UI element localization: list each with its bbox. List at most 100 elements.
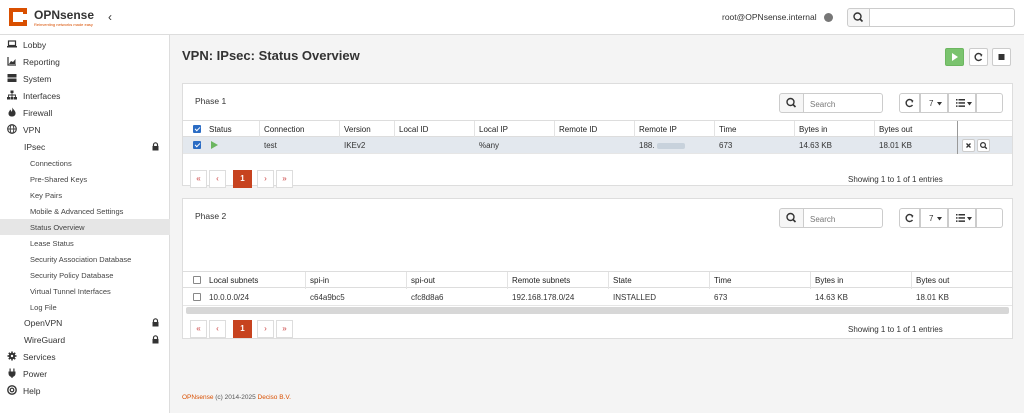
page-title: VPN: IPsec: Status Overview [182, 48, 360, 63]
sidebar-item-openvpn[interactable]: OpenVPN [0, 314, 170, 331]
disconnect-button[interactable] [962, 139, 975, 152]
sidebar-item-firewall[interactable]: Firewall [0, 104, 170, 121]
phase2-horizontal-scrollbar[interactable] [186, 307, 1009, 314]
sidebar-item-ipsec[interactable]: IPsec [0, 138, 170, 155]
server-icon [7, 74, 17, 82]
sidebar-item-connections[interactable]: Connections [0, 155, 170, 171]
column-header[interactable]: Bytes out [916, 276, 949, 285]
start-service-button[interactable] [945, 48, 964, 66]
column-header[interactable]: State [613, 276, 632, 285]
sidebar-item-mobile-advanced[interactable]: Mobile & Advanced Settings [0, 203, 170, 219]
column-header[interactable]: spi-in [310, 276, 329, 285]
phase2-select-all-checkbox[interactable] [193, 276, 201, 284]
table-row[interactable]: 10.0.0.0/24 c64a9bc5 cfc8d8a6 192.168.17… [183, 289, 1012, 306]
column-divider [874, 121, 875, 138]
sidebar-item-lobby[interactable]: Lobby [0, 36, 170, 53]
last-page-button[interactable]: » [276, 170, 293, 188]
footer-brand-link[interactable]: OPNsense [182, 394, 213, 401]
global-search-input[interactable] [869, 8, 1015, 27]
first-page-button[interactable]: « [190, 320, 207, 338]
global-search-button[interactable] [847, 8, 870, 27]
sidebar-item-pre-shared-keys[interactable]: Pre-Shared Keys [0, 171, 170, 187]
sidebar-item-label: Virtual Tunnel Interfaces [30, 287, 111, 296]
column-header[interactable]: Bytes in [815, 276, 843, 285]
phase1-search-input[interactable]: Search [803, 93, 883, 113]
sidebar-item-power[interactable]: Power [0, 365, 170, 382]
column-header[interactable]: Connection [264, 125, 304, 134]
prev-page-button[interactable]: ‹ [209, 170, 226, 188]
search-icon [979, 141, 988, 150]
sidebar-item-system[interactable]: System [0, 70, 170, 87]
phase2-table-header: Local subnets spi-in spi-out Remote subn… [183, 271, 1012, 289]
phase2-search-input[interactable]: Search [803, 208, 883, 228]
sidebar-item-label: WireGuard [24, 335, 66, 345]
sidebar-item-spd[interactable]: Security Policy Database [0, 267, 170, 283]
sidebar-item-interfaces[interactable]: Interfaces [0, 87, 170, 104]
sidebar-item-sad[interactable]: Security Association Database [0, 251, 170, 267]
column-header[interactable]: Time [719, 125, 736, 134]
status-dot-icon[interactable] [824, 13, 833, 22]
current-page-button[interactable]: 1 [233, 170, 252, 188]
row-checkbox[interactable] [193, 293, 201, 301]
current-page-button[interactable]: 1 [233, 320, 252, 338]
sidebar-item-label: Services [23, 352, 56, 362]
column-header[interactable]: spi-out [411, 276, 435, 285]
phase1-search-button[interactable] [779, 93, 804, 113]
column-header[interactable]: Time [714, 276, 731, 285]
stop-service-button[interactable] [992, 48, 1011, 66]
phase2-extra-button[interactable] [976, 208, 1003, 228]
phase2-columns-dropdown[interactable] [948, 208, 976, 228]
play-icon [952, 53, 958, 61]
sidebar-item-help[interactable]: Help [0, 382, 170, 399]
logo-text: OPNsense [34, 8, 95, 22]
column-header[interactable]: Local subnets [209, 276, 258, 285]
column-header[interactable]: Remote ID [559, 125, 597, 134]
user-menu[interactable]: root@OPNsense.internal [722, 12, 817, 22]
column-header[interactable]: Bytes out [879, 125, 912, 134]
phase1-extra-button[interactable] [976, 93, 1003, 113]
cell-connection: test [264, 141, 277, 150]
sidebar-item-log-file[interactable]: Log File [0, 299, 170, 315]
prev-page-button[interactable]: ‹ [209, 320, 226, 338]
sidebar-item-vpn[interactable]: VPN [0, 121, 170, 138]
cell-spi-in: c64a9bc5 [310, 293, 345, 302]
column-header[interactable]: Remote IP [639, 125, 677, 134]
first-page-button[interactable]: « [190, 170, 207, 188]
sidebar-item-key-pairs[interactable]: Key Pairs [0, 187, 170, 203]
sidebar-item-services[interactable]: Services [0, 348, 170, 365]
collapse-sidebar-icon[interactable]: ‹ [108, 10, 112, 24]
column-header[interactable]: Version [344, 125, 371, 134]
footer-company-link[interactable]: Deciso B.V. [258, 394, 291, 401]
restart-service-button[interactable] [969, 48, 988, 66]
sidebar-item-wireguard[interactable]: WireGuard [0, 331, 170, 348]
cell-bytes-out: 18.01 KB [879, 141, 912, 150]
phase1-select-all-checkbox[interactable] [193, 125, 201, 133]
column-divider [957, 137, 958, 154]
next-page-button[interactable]: › [257, 170, 274, 188]
sidebar-item-status-overview[interactable]: Status Overview [0, 219, 170, 235]
next-page-button[interactable]: › [257, 320, 274, 338]
phase2-page-size-dropdown[interactable]: 7 [920, 208, 948, 228]
column-header[interactable]: Status [209, 125, 232, 134]
column-header[interactable]: Bytes in [799, 125, 827, 134]
column-header[interactable]: Remote subnets [512, 276, 570, 285]
phase1-page-size-dropdown[interactable]: 7 [920, 93, 948, 113]
cell-version: IKEv2 [344, 141, 366, 150]
view-details-button[interactable] [977, 139, 990, 152]
column-header[interactable]: Local IP [479, 125, 508, 134]
phase2-refresh-button[interactable] [899, 208, 920, 228]
search-icon [786, 212, 797, 223]
sidebar-item-reporting[interactable]: Reporting [0, 53, 170, 70]
sidebar-item-vti[interactable]: Virtual Tunnel Interfaces [0, 283, 170, 299]
phase2-search-button[interactable] [779, 208, 804, 228]
column-divider [634, 121, 635, 138]
last-page-button[interactable]: » [276, 320, 293, 338]
column-header[interactable]: Local ID [399, 125, 428, 134]
phase1-refresh-button[interactable] [899, 93, 920, 113]
cell-local-subnets: 10.0.0.0/24 [209, 293, 250, 302]
row-checkbox[interactable] [193, 141, 201, 149]
phase1-columns-dropdown[interactable] [948, 93, 976, 113]
table-row[interactable]: test IKEv2 %any 188. 673 14.63 KB 18.01 … [183, 137, 1012, 154]
sidebar-item-lease-status[interactable]: Lease Status [0, 235, 170, 251]
opnsense-logo[interactable]: OPNsense Reinventing networks made easy [6, 5, 106, 29]
